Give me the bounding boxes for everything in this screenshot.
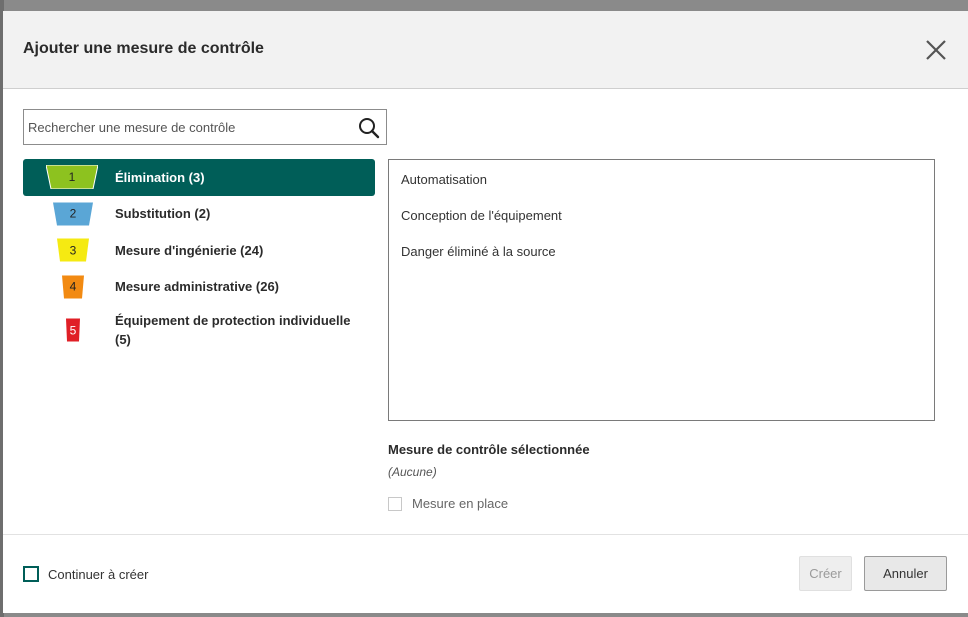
category-item-ppe[interactable]: 5 Équipement de protection individuelle … [23, 305, 375, 355]
category-item-administrative[interactable]: 4 Mesure administrative (26) [23, 269, 375, 306]
level-2-badge: 2 [53, 202, 93, 226]
close-icon[interactable] [923, 37, 949, 63]
category-item-elimination[interactable]: 1 Élimination (3) [23, 159, 375, 196]
measure-in-place-checkbox[interactable] [388, 496, 402, 511]
create-button[interactable]: Créer [799, 556, 852, 591]
level-3-number: 3 [69, 243, 77, 258]
category-label: Mesure d'ingénierie (24) [115, 242, 264, 258]
selected-measure-heading: Mesure de contrôle sélectionnée [388, 442, 590, 457]
level-1-number: 1 [68, 170, 76, 185]
option-item[interactable]: Danger éliminé à la source [401, 244, 556, 259]
level-5-badge: 5 [66, 318, 80, 342]
search-field [23, 109, 387, 145]
hierarchy-category-list: 1 Élimination (3) 2 Substitution (2) 3 M… [23, 159, 375, 355]
category-label: Mesure administrative (26) [115, 279, 280, 295]
cancel-button[interactable]: Annuler [864, 556, 947, 591]
category-item-substitution[interactable]: 2 Substitution (2) [23, 196, 375, 233]
category-label: Équipement de protection individuelle (5… [115, 313, 351, 347]
search-input[interactable] [28, 110, 348, 144]
measure-in-place-label: Mesure en place [412, 496, 509, 511]
footer-divider [3, 534, 968, 535]
control-measure-options-list: Automatisation Conception de l'équipemen… [388, 159, 935, 421]
category-label: Élimination (3) [115, 169, 205, 185]
search-icon[interactable] [357, 116, 381, 140]
measure-in-place-toggle[interactable]: Mesure en place [388, 496, 508, 511]
add-control-measure-dialog: Ajouter une mesure de contrôle Recherche… [3, 11, 968, 613]
continue-creating-toggle[interactable]: Continuer à créer [23, 566, 148, 582]
level-3-badge: 3 [57, 238, 89, 262]
continue-creating-label: Continuer à créer [48, 566, 149, 582]
option-item[interactable]: Automatisation [401, 172, 487, 187]
category-item-engineering[interactable]: 3 Mesure d'ingénierie (24) [23, 232, 375, 269]
selected-measure-value: (Aucune) [388, 465, 437, 479]
dialog-header: Ajouter une mesure de contrôle [3, 11, 968, 89]
level-1-badge: 1 [46, 165, 98, 190]
category-label: Substitution (2) [115, 206, 211, 222]
level-4-badge: 4 [62, 275, 84, 299]
level-2-number: 2 [69, 206, 77, 221]
dialog-title: Ajouter une mesure de contrôle [23, 40, 264, 57]
level-5-number: 5 [69, 323, 77, 337]
option-item[interactable]: Conception de l'équipement [401, 208, 562, 223]
continue-creating-checkbox[interactable] [23, 566, 39, 582]
level-4-number: 4 [69, 279, 77, 294]
